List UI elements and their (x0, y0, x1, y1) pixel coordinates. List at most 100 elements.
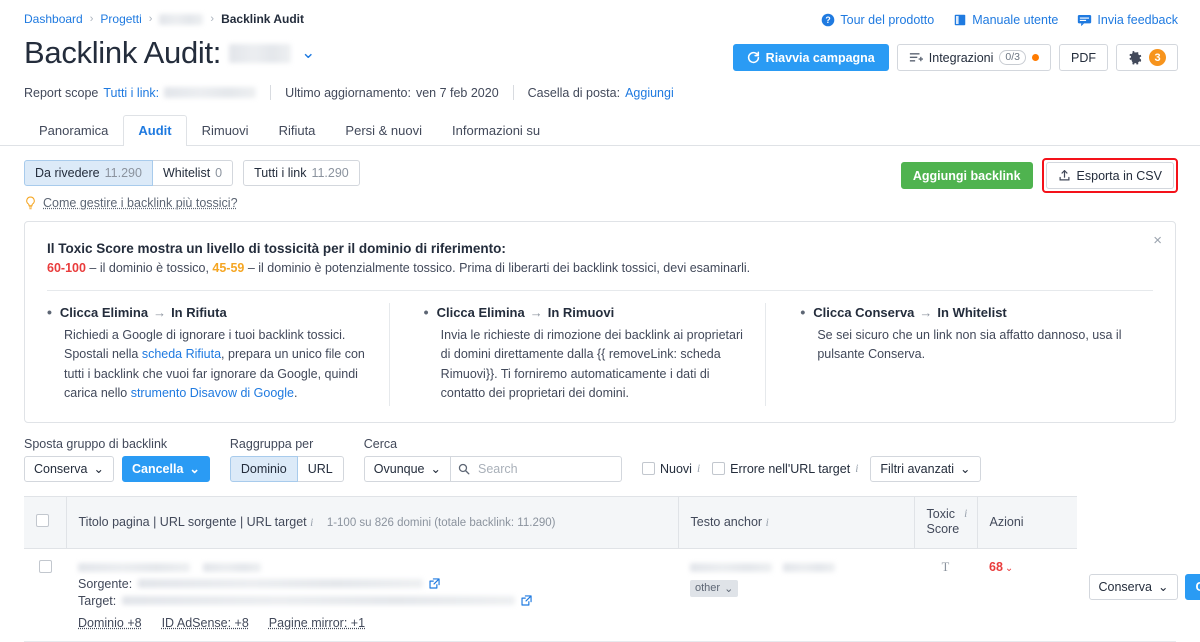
mailbox-label: Casella di posta: (528, 86, 620, 100)
disavow-tool-link[interactable]: strumento Disavow di Google (131, 386, 294, 400)
breadcrumb-item-project-redacted[interactable] (159, 14, 203, 25)
text-format-icon[interactable]: T (914, 548, 977, 641)
row-anchor-tag[interactable]: other ⌄ (690, 580, 738, 597)
info-icon[interactable]: i (697, 463, 700, 475)
segment-tutti-i-link[interactable]: Tutti i link 11.290 (243, 160, 360, 186)
primary-actions: Aggiungi backlink Esporta in CSV (901, 158, 1178, 193)
mailbox-add-link[interactable]: Aggiungi (625, 86, 674, 100)
row-target-line: Target: (78, 594, 666, 608)
pdf-button[interactable]: PDF (1059, 44, 1108, 71)
group-by-url[interactable]: URL (298, 456, 344, 482)
export-csv-button[interactable]: Esporta in CSV (1046, 162, 1174, 189)
bullet-icon: • (424, 305, 429, 319)
target-error-checkbox[interactable] (712, 462, 725, 475)
panel-title: Il Toxic Score mostra un livello di toss… (47, 241, 1153, 256)
help-links: ? Tour del prodotto Manuale utente Invia… (821, 13, 1178, 27)
segment-tutti-i-link-count: 11.290 (311, 166, 348, 180)
settings-badge: 3 (1149, 49, 1166, 66)
export-csv-label: Esporta in CSV (1077, 169, 1162, 183)
project-switch-caret-icon[interactable]: ⌄ (301, 43, 315, 63)
tab-panoramica[interactable]: Panoramica (24, 115, 123, 146)
panel-rifiuta-body-c: . (294, 386, 297, 400)
search-input[interactable] (450, 456, 622, 482)
breadcrumb-item-dashboard[interactable]: Dashboard (24, 12, 83, 26)
select-all-checkbox[interactable] (36, 514, 49, 527)
toxic-score-label-line1: Toxic (927, 507, 955, 521)
tab-rifiuta[interactable]: Rifiuta (264, 115, 331, 146)
search-scope-label: Ovunque (374, 462, 425, 476)
group-by-control: Raggruppa per Dominio URL (230, 437, 344, 482)
search-label: Cerca (364, 437, 622, 451)
advanced-filters-dropdown[interactable]: Filtri avanzati ⌄ (870, 456, 980, 482)
delete-dropdown[interactable]: Cancella ⌄ (122, 456, 210, 482)
info-icon[interactable]: i (855, 463, 858, 475)
arrow-right-icon: → (919, 305, 932, 320)
restart-campaign-button[interactable]: Riavvia campagna (733, 44, 889, 71)
move-group-label: Sposta gruppo di backlink (24, 437, 210, 451)
chevron-down-icon: ⌄ (1005, 563, 1013, 574)
external-link-icon[interactable] (521, 595, 532, 606)
breadcrumb-item-current: Backlink Audit (221, 12, 304, 26)
new-filter: Nuovi i (642, 456, 700, 482)
segment-whitelist[interactable]: Whitelist 0 (153, 160, 233, 186)
report-scope-value[interactable]: Tutti i link: (103, 86, 159, 100)
settings-button[interactable]: 3 (1116, 44, 1178, 71)
tab-audit[interactable]: Audit (123, 115, 186, 146)
info-icon[interactable]: i (964, 507, 967, 521)
integrations-button[interactable]: Integrazioni 0/3 (897, 44, 1051, 71)
table-head: Titolo pagina | URL sorgente | URL targe… (24, 496, 1176, 548)
advanced-filters-label: Filtri avanzati (880, 462, 954, 476)
row-source-label: Sorgente: (78, 577, 132, 591)
breadcrumb-item-progetti[interactable]: Progetti (100, 12, 141, 26)
row-checkbox[interactable] (39, 560, 52, 573)
row-meta-dominio[interactable]: Dominio +8 (78, 616, 142, 630)
panel-column-whitelist: • Clicca Conserva → In Whitelist Se sei si… (776, 305, 1153, 404)
tip-link[interactable]: Come gestire i backlink più tossici? (43, 196, 238, 210)
tab-persi-nuovi[interactable]: Persi & nuovi (330, 115, 437, 146)
select-all-header (24, 496, 66, 548)
toxic-range-high: 60-100 (47, 261, 86, 275)
add-backlink-button[interactable]: Aggiungi backlink (901, 162, 1033, 189)
row-keep-dropdown[interactable]: Conserva ⌄ (1089, 574, 1179, 600)
panel-column-rifiuta: • Clicca Elimina → In Rifiuta Richiedi a G… (47, 305, 400, 404)
row-keep-label: Conserva (1099, 580, 1153, 594)
book-icon (953, 13, 967, 27)
product-tour-link[interactable]: ? Tour del prodotto (821, 13, 934, 27)
search-control: Cerca Ovunque ⌄ (364, 437, 622, 482)
external-link-icon[interactable] (429, 578, 440, 589)
segment-row: Da rivedere 11.290 Whitelist 0 Tutti i l… (0, 146, 1200, 186)
send-feedback-link[interactable]: Invia feedback (1077, 13, 1178, 27)
row-page-title-redacted (78, 560, 666, 574)
backlinks-table: Titolo pagina | URL sorgente | URL targe… (24, 496, 1176, 642)
user-manual-link[interactable]: Manuale utente (953, 13, 1058, 27)
keep-dropdown[interactable]: Conserva ⌄ (24, 456, 114, 482)
breadcrumb-separator: › (90, 13, 94, 25)
report-scope-domain-redacted (164, 87, 256, 98)
row-meta-links: Dominio +8 ID AdSense: +8 Pagine mirror:… (78, 616, 666, 630)
report-scope: Report scope Tutti i link: (24, 86, 256, 100)
row-delete-dropdown[interactable]: Cancella ⌄ (1185, 574, 1200, 600)
group-by-dominio[interactable]: Dominio (230, 456, 298, 482)
close-icon[interactable]: × (1153, 232, 1162, 249)
row-meta-mirror[interactable]: Pagine mirror: +1 (269, 616, 365, 630)
search-scope-dropdown[interactable]: Ovunque ⌄ (364, 456, 450, 482)
scheda-rifiuta-link[interactable]: scheda Rifiuta (142, 347, 221, 361)
row-meta-adsense[interactable]: ID AdSense: +8 (162, 616, 249, 630)
row-toxic-score[interactable]: 68 ⌄ (977, 548, 1077, 641)
mailbox: Casella di posta: Aggiungi (528, 86, 674, 100)
integrations-status-dot (1032, 54, 1039, 61)
info-icon[interactable]: i (310, 517, 313, 529)
svg-text:?: ? (826, 15, 831, 25)
toxic-range-mid: 45-59 (212, 261, 244, 275)
tab-informazioni-su[interactable]: Informazioni su (437, 115, 555, 146)
info-icon[interactable]: i (766, 517, 769, 529)
new-checkbox[interactable] (642, 462, 655, 475)
row-target-label: Target: (78, 594, 116, 608)
row-anchor-cell: other ⌄ (678, 548, 914, 641)
panel-column-rimuovi-heading: • Clicca Elimina → In Rimuovi (424, 305, 751, 320)
panel-rifiuta-target: In Rifiuta (171, 305, 227, 320)
panel-divider (47, 290, 1153, 291)
source-column-label: Titolo pagina | URL sorgente | URL targe… (79, 515, 307, 529)
tab-rimuovi[interactable]: Rimuovi (187, 115, 264, 146)
segment-da-rivedere[interactable]: Da rivedere 11.290 (24, 160, 153, 186)
